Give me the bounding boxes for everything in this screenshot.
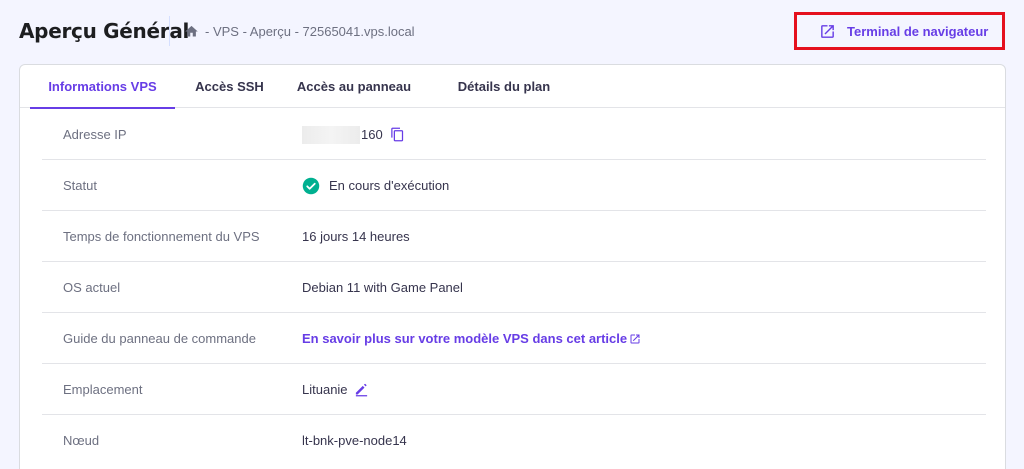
current-os-value: Debian 11 with Game Panel	[302, 280, 463, 295]
row-panel-guide: Guide du panneau de commande En savoir p…	[42, 313, 986, 364]
ip-address-suffix: 160	[361, 127, 383, 142]
breadcrumb-path: - VPS - Aperçu - 72565041.vps.local	[205, 23, 415, 39]
page-title: Aperçu Général	[19, 19, 190, 43]
ip-address-value: 160	[302, 109, 405, 160]
title-divider	[169, 16, 170, 46]
panel-guide-label: Guide du panneau de commande	[63, 331, 256, 346]
location-text: Lituanie	[302, 382, 348, 397]
tab-panel-access[interactable]: Accès au panneau	[292, 65, 416, 108]
ip-redacted-block	[302, 125, 360, 144]
panel-guide-link[interactable]: En savoir plus sur votre modèle VPS dans…	[302, 331, 627, 346]
row-status: Statut En cours d'exécution	[42, 160, 986, 211]
ip-address-label: Adresse IP	[63, 127, 127, 142]
pencil-icon[interactable]	[354, 382, 369, 397]
row-current-os: OS actuel Debian 11 with Game Panel	[42, 262, 986, 313]
current-os-label: OS actuel	[63, 280, 121, 295]
breadcrumb: - VPS - Aperçu - 72565041.vps.local	[184, 22, 415, 40]
check-circle-icon	[302, 177, 320, 194]
browser-terminal-button[interactable]: Terminal de navigateur	[794, 12, 1005, 50]
home-icon[interactable]	[184, 24, 199, 39]
node-value: lt-bnk-pve-node14	[302, 433, 407, 448]
tab-bar: Informations VPS Accès SSH Accès au pann…	[20, 65, 1005, 109]
status-label: Statut	[63, 178, 97, 193]
row-ip-address: Adresse IP 160	[42, 109, 986, 160]
status-value: En cours d'exécution	[302, 160, 449, 211]
tab-vps-info[interactable]: Informations VPS	[30, 65, 175, 109]
external-link-icon[interactable]	[629, 333, 641, 345]
page-header: Aperçu Général - VPS - Aperçu - 72565041…	[0, 0, 1024, 62]
browser-terminal-label: Terminal de navigateur	[847, 23, 989, 39]
tab-ssh-access[interactable]: Accès SSH	[186, 65, 273, 108]
location-value: Lituanie	[302, 364, 369, 415]
status-text: En cours d'exécution	[329, 178, 450, 193]
uptime-label: Temps de fonctionnement du VPS	[63, 229, 260, 244]
uptime-value: 16 jours 14 heures	[302, 229, 410, 244]
tab-plan-details[interactable]: Détails du plan	[448, 65, 560, 108]
vps-info-card: Informations VPS Accès SSH Accès au pann…	[19, 64, 1006, 469]
row-uptime: Temps de fonctionnement du VPS 16 jours …	[42, 211, 986, 262]
location-label: Emplacement	[63, 382, 143, 397]
external-link-icon	[821, 24, 834, 38]
panel-guide-value: En savoir plus sur votre modèle VPS dans…	[302, 313, 641, 364]
copy-icon[interactable]	[390, 127, 405, 142]
row-node: Nœud lt-bnk-pve-node14	[42, 415, 986, 466]
node-label: Nœud	[63, 433, 100, 448]
row-location: Emplacement Lituanie	[42, 364, 986, 415]
